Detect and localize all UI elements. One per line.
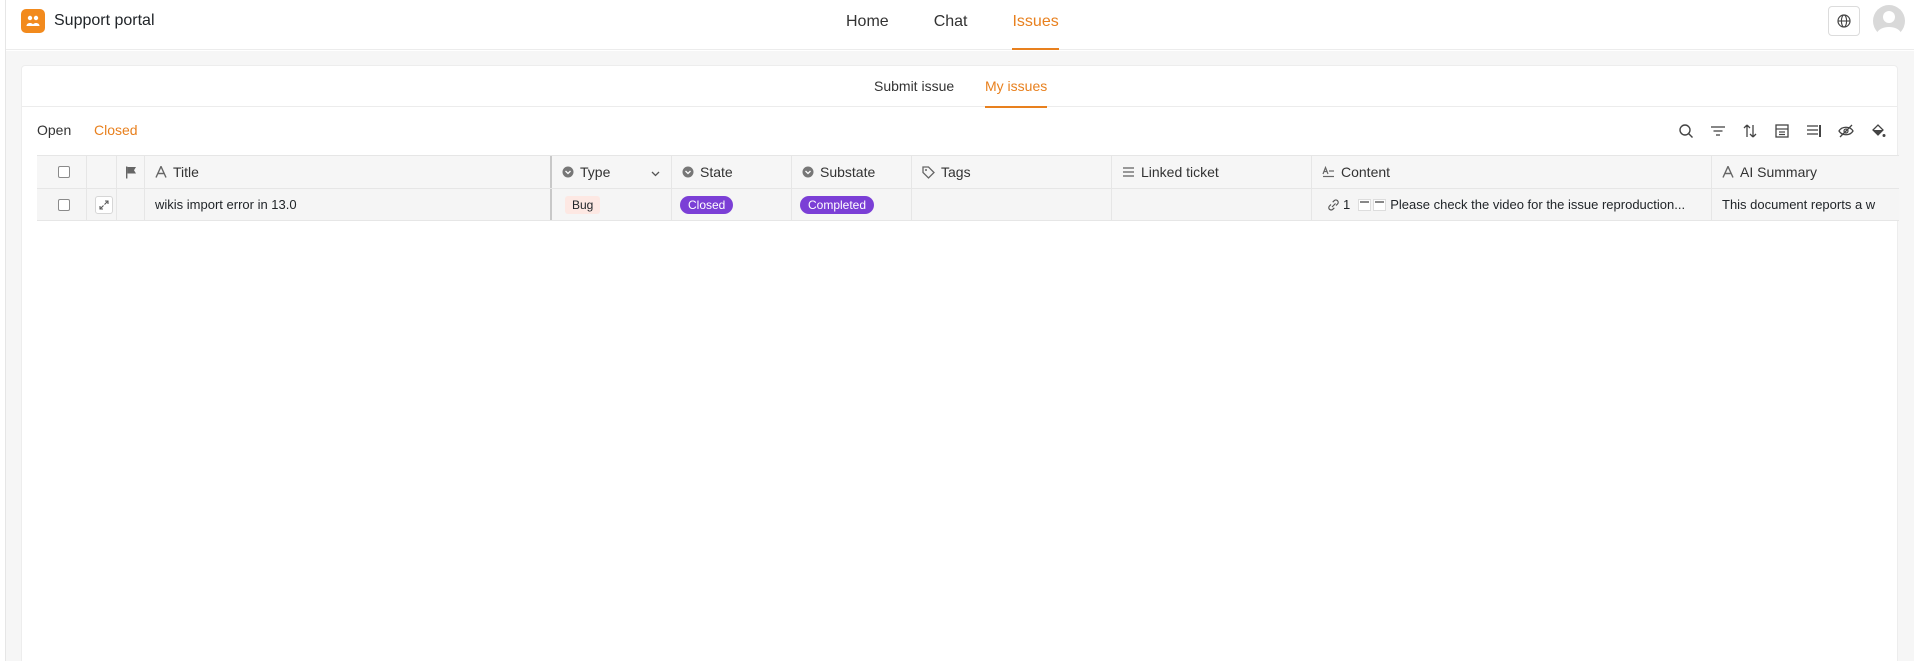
row-state-cell[interactable]: Closed <box>672 189 792 220</box>
text-type-icon <box>155 166 167 178</box>
row-type-cell[interactable]: Bug <box>552 189 672 220</box>
tag-icon <box>922 165 935 179</box>
column-title-label: Title <box>173 164 199 180</box>
text-type-icon <box>1722 166 1734 178</box>
image-thumbnail-icon <box>1358 198 1387 211</box>
row-title-cell[interactable]: wikis import error in 13.0 <box>145 189 552 220</box>
column-substate[interactable]: Substate <box>792 156 912 188</box>
row-ai-summary-cell[interactable]: This document reports a w <box>1712 189 1899 220</box>
attachment-count: 1 <box>1343 197 1351 212</box>
row-expand-cell <box>87 189 117 220</box>
column-content[interactable]: Content <box>1312 156 1712 188</box>
issues-card: Submit issue My issues Open Closed Title… <box>21 65 1899 661</box>
flag-icon[interactable] <box>125 166 137 179</box>
single-select-icon <box>682 166 694 178</box>
column-ai-summary-label: AI Summary <box>1740 164 1818 180</box>
brand[interactable]: Support portal <box>21 9 155 33</box>
long-text-icon <box>1322 166 1335 178</box>
flag-header-cell <box>117 156 145 188</box>
paint-bucket-icon[interactable] <box>1862 119 1894 143</box>
row-flag-cell[interactable] <box>117 189 145 220</box>
expand-icon <box>99 199 109 210</box>
column-state-label: State <box>700 164 733 180</box>
group-icon[interactable] <box>1766 119 1798 143</box>
single-select-icon <box>562 166 574 178</box>
row-linked-ticket-cell[interactable] <box>1112 189 1312 220</box>
row-title: wikis import error in 13.0 <box>155 197 297 212</box>
nav-chat[interactable]: Chat <box>934 0 968 50</box>
sub-nav: Submit issue My issues <box>22 66 1897 108</box>
row-ai-summary: This document reports a w <box>1722 197 1876 212</box>
user-avatar[interactable] <box>1872 4 1906 39</box>
state-badge: Closed <box>680 195 734 214</box>
filter-icon[interactable] <box>1702 119 1734 143</box>
column-content-label: Content <box>1341 164 1391 180</box>
link-list-icon <box>1122 166 1135 178</box>
column-tags-label: Tags <box>941 164 971 180</box>
filter-open[interactable]: Open <box>37 122 71 138</box>
row-content-cell[interactable]: 1 Please check the video for the issue r… <box>1312 189 1712 220</box>
table-row[interactable]: wikis import error in 13.0 Bug Closed Co… <box>37 189 1899 221</box>
globe-icon <box>1837 14 1851 28</box>
row-tags-cell[interactable] <box>912 189 1112 220</box>
column-type[interactable]: Type <box>552 156 672 188</box>
row-select-cell <box>37 189 87 220</box>
select-all-checkbox[interactable] <box>58 166 70 178</box>
language-button[interactable] <box>1828 6 1860 36</box>
column-linked-ticket-label: Linked ticket <box>1141 164 1219 180</box>
filter-closed[interactable]: Closed <box>94 122 138 138</box>
row-checkbox[interactable] <box>58 198 70 211</box>
expand-header-cell <box>87 156 117 188</box>
search-icon[interactable] <box>1670 119 1702 143</box>
column-linked-ticket[interactable]: Linked ticket <box>1112 156 1312 188</box>
column-title[interactable]: Title <box>145 156 552 188</box>
chevron-down-icon[interactable] <box>650 166 661 182</box>
nav-issues[interactable]: Issues <box>1012 0 1059 50</box>
row-height-icon[interactable] <box>1798 119 1830 143</box>
column-state[interactable]: State <box>672 156 792 188</box>
nav-home[interactable]: Home <box>846 0 889 50</box>
expand-row-button[interactable] <box>95 195 113 214</box>
top-header: Support portal Home Chat Issues <box>6 0 1914 50</box>
column-tags[interactable]: Tags <box>912 156 1112 188</box>
row-substate-cell[interactable]: Completed <box>792 189 912 220</box>
tab-submit-issue[interactable]: Submit issue <box>874 66 954 107</box>
sort-icon[interactable] <box>1734 119 1766 143</box>
attachment-icon <box>1327 198 1340 211</box>
support-logo-icon <box>21 9 45 33</box>
column-substate-label: Substate <box>820 164 876 180</box>
hide-columns-icon[interactable] <box>1830 119 1862 143</box>
table-header-row: Title Type State Substate Tags Linked ti… <box>37 155 1899 189</box>
top-nav: Home Chat Issues <box>846 0 1104 50</box>
row-content-text: Please check the video for the issue rep… <box>1390 197 1686 212</box>
tab-my-issues[interactable]: My issues <box>985 66 1048 108</box>
substate-badge: Completed <box>800 195 875 214</box>
column-type-label: Type <box>580 164 611 180</box>
app-title: Support portal <box>54 12 155 29</box>
single-select-icon <box>802 166 814 178</box>
column-ai-summary[interactable]: AI Summary <box>1712 156 1899 188</box>
table-toolbar <box>1670 119 1894 143</box>
type-badge: Bug <box>565 195 601 214</box>
select-all-cell <box>37 156 87 188</box>
